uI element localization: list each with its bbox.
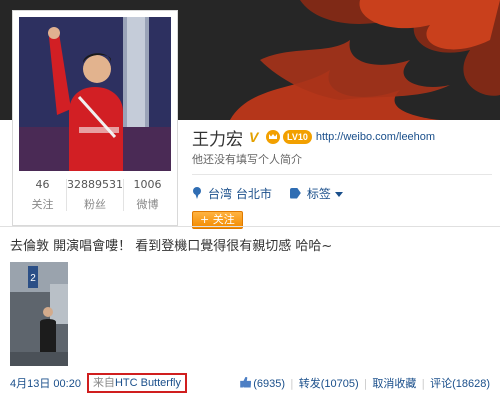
verified-v-icon[interactable]: V (249, 130, 263, 144)
post-text: 去倫敦 開演唱會嘍！ 看到登機口覺得很有親切感 哈哈~ (10, 239, 333, 254)
stat-followers-count: 32889531 (67, 178, 123, 191)
tags-dropdown[interactable]: 标签 (307, 185, 343, 202)
action-separator: | (421, 376, 426, 390)
tags-label: 标签 (306, 186, 331, 201)
profile-location[interactable]: 台湾 台北市 (208, 185, 272, 202)
vip-level-badge[interactable]: LV10 (283, 130, 312, 144)
svg-text:2: 2 (30, 273, 36, 284)
profile-url-link[interactable]: http://weibo.com/leehom (316, 131, 435, 143)
stat-posts-count: 1006 (133, 178, 162, 191)
airport-photo-image: 2 (10, 262, 68, 366)
action-separator: | (363, 376, 368, 390)
repost-button[interactable]: 转发(10705) (299, 375, 359, 391)
stat-posts-label: 微博 (136, 198, 159, 211)
source-name: HTC Butterfly (114, 377, 181, 389)
thumbs-up-icon (240, 376, 252, 388)
crown-icon[interactable] (266, 130, 280, 144)
profile-bio: 他还没有填写个人简介 (192, 153, 302, 166)
chevron-down-icon (334, 191, 343, 197)
avatar[interactable] (19, 17, 171, 171)
cancel-favorite-button[interactable]: 取消收藏 (372, 375, 416, 391)
post-footer: 4月13日 00:20 来自 HTC Butterfly (6935) | 转发(… (10, 373, 490, 393)
stat-followers[interactable]: 32889531 粉丝 (67, 177, 123, 213)
source-prefix: 来自 (92, 377, 115, 389)
post-actions: (6935) | 转发(10705) | 取消收藏 | 评论(18628) (240, 375, 490, 391)
comment-button[interactable]: 评论(18628) (430, 375, 490, 391)
stat-following-label: 关注 (31, 198, 54, 211)
profile-divider (192, 174, 492, 175)
profile-meta-row: 台湾 台北市 标签 (192, 185, 492, 201)
profile-stats: 46 关注 32889531 粉丝 1006 微博 (19, 177, 171, 213)
post-source[interactable]: 来自 HTC Butterfly (86, 373, 187, 393)
like-count: (6935) (253, 377, 285, 390)
profile-name: 王力宏 (192, 129, 243, 150)
location-pin-icon (192, 187, 202, 199)
post-photo[interactable]: 2 (10, 262, 68, 366)
name-row: 王力宏 V LV10 http://weibo.com/leehom (192, 126, 492, 150)
stat-followers-label: 粉丝 (84, 198, 106, 211)
like-button[interactable]: (6935) (240, 376, 285, 390)
avatar-image (19, 17, 171, 171)
section-divider (0, 226, 500, 227)
stat-posts[interactable]: 1006 微博 (124, 177, 171, 213)
avatar-card: 46 关注 32889531 粉丝 1006 微博 (12, 10, 178, 226)
post-timestamp[interactable]: 4月13日 00:20 (10, 375, 81, 391)
profile-info: 王力宏 V LV10 http://weibo.com/leehom 他还没有填… (192, 126, 492, 229)
stat-following[interactable]: 46 关注 (19, 177, 66, 213)
action-separator: | (290, 376, 294, 390)
stat-following-count: 46 (35, 178, 50, 191)
tag-icon (289, 187, 301, 199)
